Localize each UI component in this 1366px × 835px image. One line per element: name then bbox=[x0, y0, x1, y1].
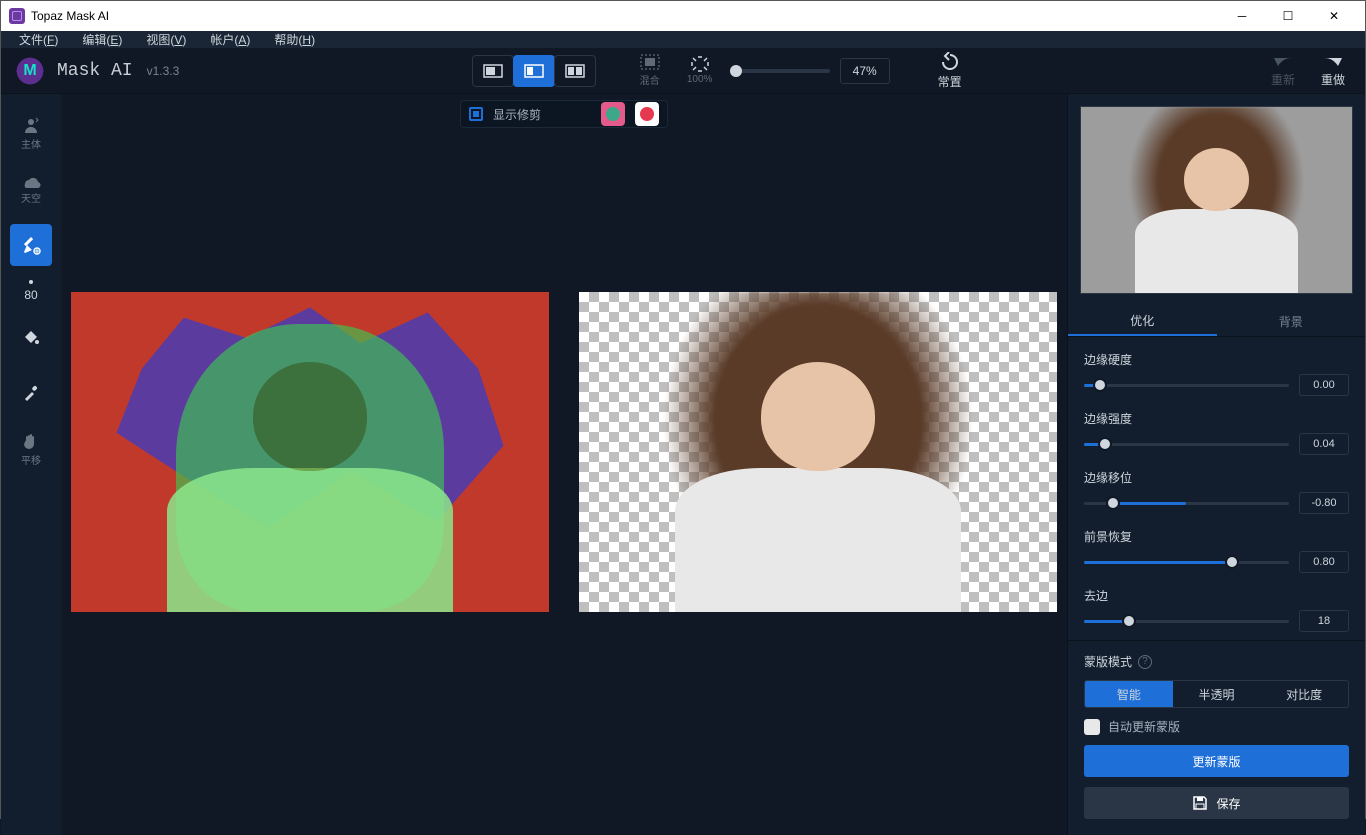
view-single-button[interactable] bbox=[472, 55, 514, 87]
minimize-button[interactable]: ─ bbox=[1219, 1, 1265, 31]
tool-subject[interactable]: 主体 bbox=[10, 112, 52, 154]
brand-logo-icon bbox=[13, 54, 47, 88]
zoom-fit-button[interactable]: 100% bbox=[680, 56, 720, 85]
slider-edge-strength: 边缘强度 0.04 bbox=[1084, 410, 1349, 455]
tab-background[interactable]: 背景 bbox=[1217, 306, 1366, 336]
app-logo-icon bbox=[9, 8, 25, 24]
menu-view[interactable]: 视图(V) bbox=[146, 31, 186, 48]
tool-brush-settings[interactable] bbox=[10, 224, 52, 266]
merge-tool[interactable]: 混合 bbox=[630, 54, 670, 87]
close-button[interactable]: ✕ bbox=[1311, 1, 1357, 31]
topbar: Mask AI v1.3.3 混合 bbox=[1, 48, 1365, 94]
mask-mode-segment: 智能 半透明 对比度 bbox=[1084, 680, 1349, 708]
overlay-bar: 显示修剪 bbox=[460, 100, 668, 128]
menubar: 文件(F) 编辑(E) 视图(V) 帐户(A) 帮助(H) bbox=[1, 31, 1365, 48]
menu-help[interactable]: 帮助(H) bbox=[274, 31, 315, 48]
right-panel: 优化 背景 边缘硬度 0.00 边缘强度 bbox=[1067, 94, 1365, 835]
tab-optimize[interactable]: 优化 bbox=[1068, 306, 1217, 336]
brand-name: Mask AI bbox=[57, 61, 133, 81]
save-icon bbox=[1192, 795, 1208, 811]
canvas-area[interactable]: 显示修剪 bbox=[61, 94, 1067, 835]
window-title: Topaz Mask AI bbox=[31, 9, 109, 23]
show-crop-label: 显示修剪 bbox=[493, 106, 541, 123]
result-pane[interactable] bbox=[579, 292, 1057, 612]
brand-version: v1.3.3 bbox=[147, 64, 180, 78]
slider-foreground-recovery: 前景恢复 0.80 bbox=[1084, 528, 1349, 573]
auto-update-checkbox[interactable] bbox=[1084, 719, 1100, 735]
preview-thumbnail[interactable] bbox=[1080, 106, 1353, 294]
tool-sky[interactable]: 天空 bbox=[10, 168, 52, 210]
update-mask-button[interactable]: 更新蒙版 bbox=[1084, 745, 1349, 777]
menu-account[interactable]: 帐户(A) bbox=[210, 31, 250, 48]
menu-edit[interactable]: 编辑(E) bbox=[82, 31, 122, 48]
seg-smart[interactable]: 智能 bbox=[1085, 681, 1173, 707]
brush-size-indicator[interactable]: 80 bbox=[24, 280, 37, 302]
reset-button[interactable]: 常置 bbox=[930, 52, 970, 90]
slider-defringe: 去边 18 bbox=[1084, 587, 1349, 632]
overlay-swatch-2[interactable] bbox=[635, 102, 659, 126]
undo-button[interactable]: 重新 bbox=[1263, 54, 1303, 88]
mask-mode-title: 蒙版模式 ? bbox=[1084, 653, 1349, 670]
tool-eyedropper[interactable] bbox=[10, 372, 52, 414]
mask-pane[interactable] bbox=[71, 292, 549, 612]
save-button[interactable]: 保存 bbox=[1084, 787, 1349, 819]
tool-fill[interactable] bbox=[10, 316, 52, 358]
brush-dot-icon bbox=[29, 280, 33, 284]
zoom-readout[interactable]: 47% bbox=[840, 58, 890, 84]
seg-contrast[interactable]: 对比度 bbox=[1260, 681, 1348, 707]
tool-strip: 主体 天空 80 bbox=[1, 94, 61, 835]
view-side-button[interactable] bbox=[554, 55, 596, 87]
tool-pan[interactable]: 平移 bbox=[10, 428, 52, 470]
help-icon[interactable]: ? bbox=[1138, 655, 1152, 669]
show-crop-checkbox[interactable] bbox=[469, 107, 483, 121]
zoom-slider[interactable] bbox=[730, 69, 830, 73]
auto-update-label: 自动更新蒙版 bbox=[1108, 718, 1180, 735]
redo-button[interactable]: 重做 bbox=[1313, 54, 1353, 88]
titlebar: Topaz Mask AI ─ ☐ ✕ bbox=[1, 1, 1365, 31]
seg-semi[interactable]: 半透明 bbox=[1173, 681, 1261, 707]
menu-file[interactable]: 文件(F) bbox=[19, 31, 58, 48]
view-mode-group bbox=[473, 55, 596, 87]
slider-edge-shift: 边缘移位 -0.80 bbox=[1084, 469, 1349, 514]
maximize-button[interactable]: ☐ bbox=[1265, 1, 1311, 31]
overlay-swatch-1[interactable] bbox=[601, 102, 625, 126]
slider-edge-hardness: 边缘硬度 0.00 bbox=[1084, 351, 1349, 396]
sliders-group: 边缘硬度 0.00 边缘强度 0.04 边缘 bbox=[1068, 337, 1365, 640]
view-split-button[interactable] bbox=[513, 55, 555, 87]
